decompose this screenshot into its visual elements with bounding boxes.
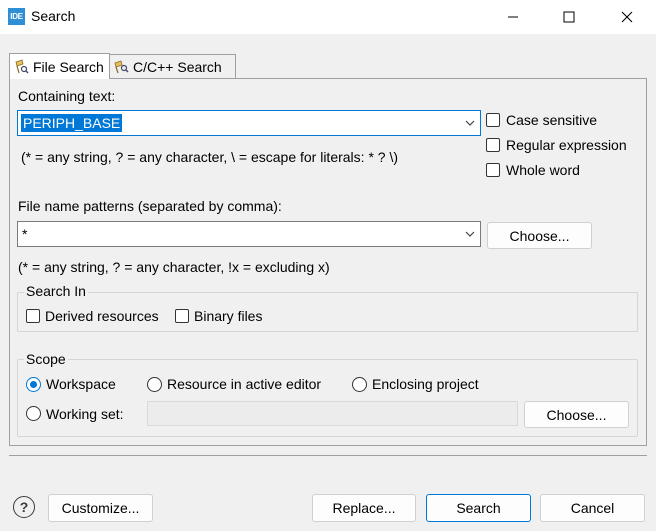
working-set-label[interactable]: Working set: [46, 406, 124, 422]
file-patterns-value: * [22, 226, 28, 242]
close-icon [621, 11, 633, 23]
file-patterns-hint: (* = any string, ? = any character, !x =… [18, 259, 330, 275]
whole-word-label[interactable]: Whole word [506, 162, 580, 178]
regular-expression-label[interactable]: Regular expression [506, 137, 627, 153]
window-title: Search [31, 8, 76, 24]
case-sensitive-checkbox[interactable] [486, 113, 500, 127]
tab-cpp-search-label: C/C++ Search [133, 58, 222, 75]
case-sensitive-label[interactable]: Case sensitive [506, 112, 597, 128]
footer-separator [9, 455, 647, 456]
file-patterns-combo[interactable]: * [17, 221, 481, 247]
containing-text-value: PERIPH_BASE [21, 114, 123, 132]
file-search-icon [15, 58, 29, 73]
whole-word-checkbox[interactable] [486, 163, 500, 177]
tab-file-search-label: File Search [33, 58, 104, 75]
binary-files-label[interactable]: Binary files [194, 308, 262, 324]
app-icon: IDE [8, 8, 25, 25]
tab-file-search[interactable]: File Search [9, 53, 110, 79]
customize-button[interactable]: Customize... [48, 494, 153, 522]
working-set-radio[interactable] [26, 406, 41, 421]
tab-cpp-search[interactable]: C/C++ Search [109, 54, 236, 78]
maximize-button[interactable] [546, 0, 592, 34]
working-set-field [147, 401, 518, 426]
containing-text-combo[interactable]: PERIPH_BASE [17, 110, 481, 136]
search-button[interactable]: Search [426, 494, 531, 522]
minimize-icon [508, 16, 518, 18]
dropdown-arrow-icon[interactable] [465, 119, 475, 127]
file-patterns-choose-button[interactable]: Choose... [487, 222, 592, 249]
help-button[interactable]: ? [13, 496, 35, 518]
regular-expression-checkbox[interactable] [486, 138, 500, 152]
derived-resources-checkbox[interactable] [26, 309, 40, 323]
cpp-search-icon [114, 59, 129, 73]
binary-files-checkbox[interactable] [175, 309, 189, 323]
containing-text-label: Containing text: [18, 88, 116, 104]
close-button[interactable] [604, 0, 650, 34]
replace-button[interactable]: Replace... [312, 494, 416, 522]
enclosing-project-label[interactable]: Enclosing project [372, 376, 479, 392]
cancel-button[interactable]: Cancel [540, 494, 645, 522]
workspace-radio[interactable] [26, 377, 41, 392]
derived-resources-label[interactable]: Derived resources [45, 308, 159, 324]
search-in-title: Search In [24, 283, 88, 299]
enclosing-project-radio[interactable] [352, 377, 367, 392]
working-set-choose-button[interactable]: Choose... [524, 401, 629, 428]
workspace-label[interactable]: Workspace [46, 376, 116, 392]
file-patterns-label: File name patterns (separated by comma): [18, 198, 282, 214]
maximize-icon [563, 11, 575, 23]
scope-title: Scope [24, 351, 68, 367]
active-editor-label[interactable]: Resource in active editor [167, 376, 321, 392]
containing-text-hint: (* = any string, ? = any character, \ = … [21, 149, 399, 165]
minimize-button[interactable] [490, 0, 536, 34]
active-editor-radio[interactable] [147, 377, 162, 392]
dropdown-arrow-icon[interactable] [465, 230, 475, 238]
help-icon: ? [19, 499, 29, 515]
